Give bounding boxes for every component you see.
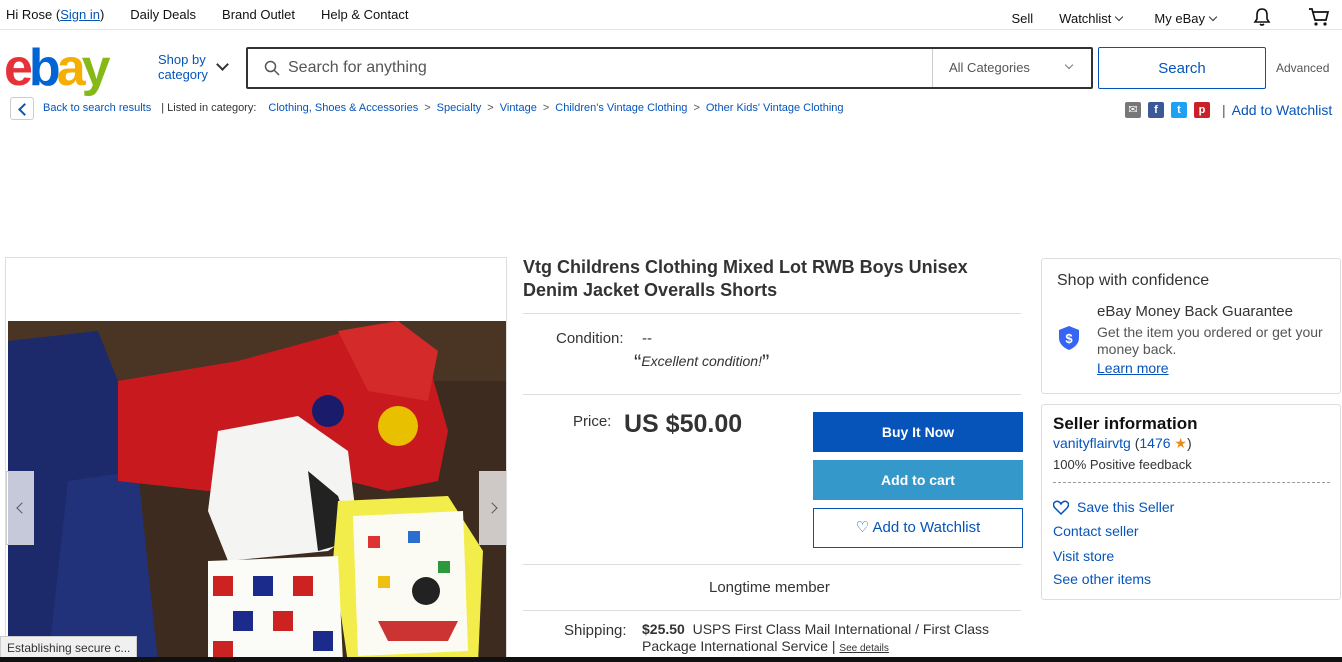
chevron-down-icon xyxy=(1208,12,1218,22)
taskbar-edge xyxy=(0,657,1342,662)
image-gallery xyxy=(5,257,507,662)
next-image-button[interactable] xyxy=(479,471,506,545)
chevron-left-icon xyxy=(16,502,28,514)
top-nav-bar: Hi Rose (Sign in) Daily Deals Brand Outl… xyxy=(0,0,1342,30)
item-photo[interactable] xyxy=(8,321,506,662)
daily-deals-link[interactable]: Daily Deals xyxy=(130,7,196,22)
breadcrumb-item[interactable]: Other Kids' Vintage Clothing xyxy=(706,102,844,114)
condition-label: Condition: xyxy=(556,330,624,347)
feedback-score-link[interactable]: 1476 xyxy=(1139,435,1170,451)
search-input[interactable] xyxy=(288,55,928,81)
shield-icon: $ xyxy=(1058,325,1080,356)
greeting: Hi Rose (Sign in) xyxy=(6,7,105,22)
breadcrumb-separator: > xyxy=(542,102,550,114)
help-contact-link[interactable]: Help & Contact xyxy=(321,7,408,22)
seller-name-row: vanityflairvtg (1476 ★) xyxy=(1053,435,1192,451)
breadcrumb-item[interactable]: Children's Vintage Clothing xyxy=(555,102,687,114)
chevron-down-icon[interactable] xyxy=(216,58,229,71)
seller-information-card: Seller information vanityflairvtg (1476 … xyxy=(1041,404,1341,600)
breadcrumb-separator: > xyxy=(487,102,494,114)
contact-seller-link[interactable]: Contact seller xyxy=(1053,523,1139,539)
back-to-search-link[interactable]: Back to search results xyxy=(43,102,151,114)
twitter-icon[interactable]: t xyxy=(1171,102,1187,118)
buy-it-now-button[interactable]: Buy It Now xyxy=(813,412,1023,452)
my-ebay-menu[interactable]: My eBay xyxy=(1154,11,1218,26)
previous-image-button[interactable] xyxy=(6,471,34,545)
chevron-right-icon xyxy=(486,502,498,514)
share-icons: ✉ f t p xyxy=(1125,102,1210,118)
see-other-items-link[interactable]: See other items xyxy=(1053,571,1151,587)
divider xyxy=(523,313,1021,314)
see-details-link[interactable]: See details xyxy=(839,643,888,654)
shipping-label: Shipping: xyxy=(564,622,627,639)
breadcrumb: Back to search results | Listed in categ… xyxy=(43,102,844,114)
add-to-cart-button[interactable]: Add to cart xyxy=(813,460,1023,500)
email-icon[interactable]: ✉ xyxy=(1125,102,1141,118)
shipping-value: $25.50 USPS First Class Mail Internation… xyxy=(642,621,990,654)
price-label: Price: xyxy=(573,413,612,430)
brand-outlet-link[interactable]: Brand Outlet xyxy=(222,7,295,22)
add-to-watchlist-button[interactable]: ♡ Add to Watchlist xyxy=(813,508,1023,548)
save-seller-link[interactable]: Save this Seller xyxy=(1052,499,1174,518)
cart-icon[interactable] xyxy=(1308,7,1330,30)
divider xyxy=(1053,482,1330,483)
divider xyxy=(523,610,1021,611)
confidence-title: Shop with confidence xyxy=(1057,272,1210,289)
heart-icon xyxy=(1052,500,1070,518)
divider xyxy=(523,394,1021,395)
seller-name-link[interactable]: vanityflairvtg xyxy=(1053,435,1131,451)
shop-by-category-button[interactable]: Shop by category xyxy=(158,52,208,82)
category-select[interactable]: All Categories xyxy=(932,49,1092,87)
money-back-description: Get the item you ordered or get your mon… xyxy=(1097,324,1323,357)
search-icon xyxy=(264,60,280,81)
listed-in-label: | Listed in category: xyxy=(161,102,257,114)
pinterest-icon[interactable]: p xyxy=(1194,102,1210,118)
sell-link[interactable]: Sell xyxy=(1011,11,1033,26)
positive-feedback: 100% Positive feedback xyxy=(1053,457,1192,472)
advanced-search-link[interactable]: Advanced xyxy=(1276,61,1329,75)
longtime-member-badge: Longtime member xyxy=(709,579,830,596)
learn-more-link[interactable]: Learn more xyxy=(1097,360,1169,376)
add-to-watchlist-link[interactable]: | Add to Watchlist xyxy=(1222,102,1332,118)
ebay-logo[interactable]: ebay xyxy=(4,42,111,94)
chevron-down-icon xyxy=(1064,60,1074,70)
condition-value: -- xyxy=(642,330,652,347)
shop-with-confidence-card: Shop with confidence eBay Money Back Gua… xyxy=(1041,258,1341,394)
chevron-down-icon xyxy=(1115,12,1124,22)
breadcrumb-separator: > xyxy=(693,102,700,114)
breadcrumb-item[interactable]: Vintage xyxy=(500,102,537,114)
item-title: Vtg Childrens Clothing Mixed Lot RWB Boy… xyxy=(523,257,968,300)
svg-text:$: $ xyxy=(1065,331,1073,346)
breadcrumb-item[interactable]: Clothing, Shoes & Accessories xyxy=(268,102,418,114)
divider xyxy=(523,564,1021,565)
sign-in-link[interactable]: Sign in xyxy=(60,7,100,22)
breadcrumb-separator: > xyxy=(424,102,431,114)
visit-store-link[interactable]: Visit store xyxy=(1053,548,1114,564)
price-value: US $50.00 xyxy=(624,410,743,438)
search-bar: All Categories xyxy=(246,47,1093,89)
facebook-icon[interactable]: f xyxy=(1148,102,1164,118)
breadcrumb-item[interactable]: Specialty xyxy=(437,102,482,114)
watchlist-menu[interactable]: Watchlist xyxy=(1059,11,1124,26)
money-back-heading: eBay Money Back Guarantee xyxy=(1097,303,1293,320)
search-button[interactable]: Search xyxy=(1098,47,1266,89)
star-icon: ★ xyxy=(1174,435,1187,451)
notification-bell-icon[interactable] xyxy=(1252,7,1272,30)
back-button[interactable] xyxy=(10,97,34,120)
condition-note: “Excellent condition!” xyxy=(634,350,770,375)
seller-title: Seller information xyxy=(1053,414,1198,433)
